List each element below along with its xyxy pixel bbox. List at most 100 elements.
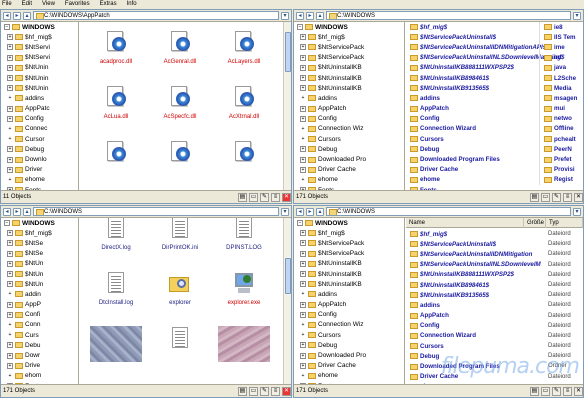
- tree-item[interactable]: + $NtSe: [1, 238, 78, 248]
- expand-icon[interactable]: +: [300, 115, 306, 122]
- tree-item[interactable]: + Confi: [1, 310, 78, 320]
- menu-edit[interactable]: Edit: [17, 0, 37, 9]
- expand-icon[interactable]: +: [7, 85, 13, 92]
- back-button[interactable]: ◂: [3, 207, 11, 216]
- tree-item[interactable]: + Debug: [1, 144, 78, 154]
- folder-tree[interactable]: − WINDOWS + $hf_mig$ + $NtServicePack + $NtServ…: [294, 22, 405, 190]
- list-item[interactable]: $NtUninstallKB913565$: [406, 290, 545, 300]
- back-button[interactable]: ◂: [3, 11, 11, 20]
- menu-info[interactable]: Info: [122, 0, 142, 9]
- expand-icon[interactable]: +: [7, 230, 13, 237]
- menu-extras[interactable]: Extras: [95, 0, 122, 9]
- tree-item[interactable]: + $NtUninstallKB: [294, 63, 404, 73]
- forward-button[interactable]: ▸: [13, 207, 21, 216]
- tree-item[interactable]: + $NtUninstallKB: [294, 279, 404, 289]
- file-item[interactable]: explorer.exe: [212, 267, 276, 322]
- file-item[interactable]: DirPrintOK.ini: [148, 218, 212, 267]
- expand-icon[interactable]: −: [297, 220, 303, 227]
- list-item[interactable]: mui: [540, 104, 583, 114]
- list-item[interactable]: Connection Wizard: [406, 124, 537, 134]
- tree-item[interactable]: − WINDOWS: [294, 218, 404, 228]
- tree-item[interactable]: + $NtServi: [1, 53, 78, 63]
- tree-item[interactable]: + $NtUnin: [1, 83, 78, 93]
- expand-icon[interactable]: +: [7, 260, 13, 267]
- expand-icon[interactable]: +: [300, 301, 306, 308]
- list-item[interactable]: inf: [540, 53, 583, 63]
- expand-icon[interactable]: +: [300, 126, 306, 132]
- expand-icon[interactable]: +: [7, 166, 13, 173]
- list-item[interactable]: $NtUninstallKB898461$: [406, 280, 545, 290]
- expand-icon[interactable]: +: [300, 44, 306, 51]
- file-item[interactable]: acadproc.dll: [84, 26, 148, 81]
- forward-button[interactable]: ▸: [306, 11, 314, 20]
- tree-item[interactable]: + $NtUninstallKB: [294, 83, 404, 93]
- tree-item[interactable]: + $NtUninstallKB: [294, 73, 404, 83]
- list-item[interactable]: $NtServicePackUninstallNLSDownlevelM: [406, 260, 545, 270]
- expand-icon[interactable]: +: [300, 54, 306, 61]
- edit-icon[interactable]: ✎: [260, 192, 269, 202]
- expand-icon[interactable]: +: [7, 373, 13, 379]
- file-view[interactable]: DirectX.log DirPrintOK.ini DPINST.LOG DtcIn…: [80, 218, 282, 384]
- column-name[interactable]: Name: [406, 218, 524, 228]
- file-item[interactable]: AcGenral.dll: [148, 26, 212, 81]
- list-item[interactable]: PeerN: [540, 144, 583, 154]
- expand-icon[interactable]: +: [300, 352, 306, 359]
- expand-icon[interactable]: +: [7, 136, 13, 142]
- list-item[interactable]: $NtServicePackUninstallIDNMitigationAPIs…: [406, 42, 550, 52]
- tree-item[interactable]: + $NtUn: [1, 259, 78, 269]
- expand-icon[interactable]: +: [300, 332, 306, 338]
- up-folder-button[interactable]: ▴: [316, 11, 324, 20]
- expand-icon[interactable]: +: [7, 75, 13, 82]
- list-item[interactable]: L2Sche: [540, 73, 583, 83]
- tree-item[interactable]: + Driver Cache: [294, 165, 404, 175]
- expand-icon[interactable]: +: [300, 250, 306, 257]
- expand-icon[interactable]: +: [7, 301, 13, 308]
- expand-icon[interactable]: +: [300, 136, 306, 142]
- tree-item[interactable]: + ehom: [1, 371, 78, 381]
- list-item[interactable]: $NtServicePackUninstall$: [406, 32, 537, 42]
- tree-item[interactable]: + $NtServicePack: [294, 53, 404, 63]
- tree-item[interactable]: + Downlo: [1, 154, 78, 164]
- expand-icon[interactable]: +: [7, 115, 13, 122]
- address-input[interactable]: C:\WINDOWS: [326, 207, 571, 216]
- file-item[interactable]: AcSpecfc.dll: [148, 81, 212, 136]
- file-item[interactable]: [212, 322, 276, 377]
- tree-item[interactable]: + Drive: [1, 361, 78, 371]
- tree-item[interactable]: + Debug: [294, 340, 404, 350]
- expand-icon[interactable]: +: [7, 146, 13, 153]
- file-item[interactable]: explorer: [148, 267, 212, 322]
- tree-item[interactable]: + AppPatch: [294, 300, 404, 310]
- expand-icon[interactable]: +: [300, 260, 306, 267]
- list-item[interactable]: Debug: [406, 144, 537, 154]
- edit-icon[interactable]: ✎: [552, 386, 561, 396]
- forward-button[interactable]: ▸: [306, 207, 314, 216]
- expand-icon[interactable]: −: [297, 24, 303, 31]
- file-view[interactable]: $hf_mig$ $NtServicePackUninstall$ $NtServi…: [406, 22, 583, 190]
- tree-item[interactable]: + AppPatc: [1, 104, 78, 114]
- list-item[interactable]: $NtUninstallKB898461$: [406, 73, 537, 83]
- tree-item[interactable]: + Downloaded Pro: [294, 350, 404, 360]
- list-item[interactable]: Provisi: [540, 165, 583, 175]
- list-item[interactable]: msagen: [540, 93, 583, 103]
- tree-item[interactable]: − WINDOWS: [1, 22, 78, 32]
- up-folder-button[interactable]: ▴: [23, 11, 31, 20]
- tree-item[interactable]: + $NtServicePack: [294, 238, 404, 248]
- menu-favorites[interactable]: Favorites: [60, 0, 95, 9]
- back-button[interactable]: ◂: [296, 207, 304, 216]
- expand-icon[interactable]: +: [7, 156, 13, 163]
- list-item[interactable]: Connection Wizard: [406, 331, 545, 341]
- tree-item[interactable]: + addins: [1, 93, 78, 103]
- expand-icon[interactable]: +: [7, 332, 13, 338]
- column-type[interactable]: Typ: [546, 218, 583, 228]
- delete-icon[interactable]: ✕: [282, 192, 291, 202]
- tree-item[interactable]: + Config: [1, 114, 78, 124]
- list-item[interactable]: Cursors: [406, 134, 537, 144]
- tree-item[interactable]: + AppP: [1, 300, 78, 310]
- list-item[interactable]: $NtUninstallKB888111WXPSP2$: [406, 270, 545, 280]
- tree-item[interactable]: + addin: [1, 289, 78, 299]
- list-item[interactable]: $NtUninstallKB913565$: [406, 83, 537, 93]
- expand-icon[interactable]: +: [300, 373, 306, 379]
- list-item[interactable]: pchealt: [540, 134, 583, 144]
- expand-icon[interactable]: +: [300, 291, 306, 297]
- expand-icon[interactable]: +: [300, 322, 306, 328]
